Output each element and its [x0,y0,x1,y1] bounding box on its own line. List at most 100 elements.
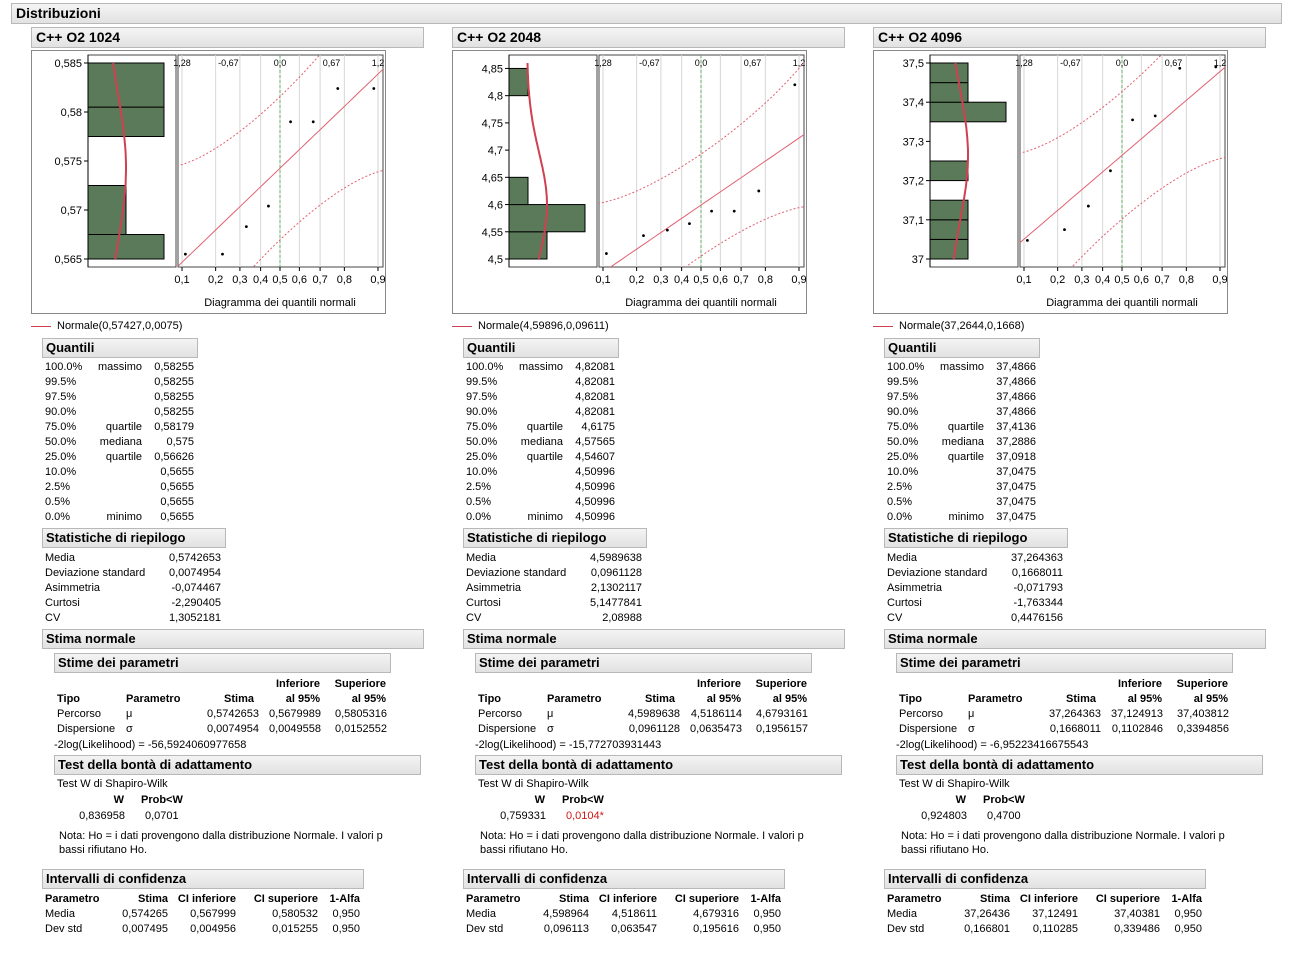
quantile-name: massimo [518,361,563,373]
legend-swatch [452,325,472,327]
gof-header[interactable]: Test della bontà di adattamento [54,755,421,775]
distribution-panel: C++ O2 4096 37,5 37,4 37,3 37,2 37,1 37 0,1 0,2 0… [842,0,1272,970]
legend: Normale(37,2644,0,1668) [873,320,1024,332]
quantile-value: 37,0918 [996,451,1036,463]
qq-top-tick-label: -0,67 [218,58,239,68]
param-est-header[interactable]: Stime dei parametri [475,653,812,673]
pe-col-param: Parametro [547,693,602,705]
histogram-bar [508,176,529,206]
panel-header[interactable]: C++ O2 4096 [873,27,1266,48]
normal-fit-header[interactable]: Stima normale [884,629,1266,649]
quantile-value: 4,82081 [575,391,615,403]
qq-top-tick-label: 1,28 [1015,58,1033,68]
quantiles-header[interactable]: Quantili [463,338,619,358]
qq-point [1131,118,1134,122]
quantile-value: 4,82081 [575,376,615,388]
histogram-bar [929,62,969,84]
summary-header[interactable]: Statistiche di riepilogo [463,528,647,548]
sw-prob-header: Prob<W [983,794,1025,806]
summary-stat-name: Media [887,552,917,564]
pe-type: Dispersione [478,723,537,735]
summary-stat-value: 5,1477841 [590,597,642,609]
pe-type: Dispersione [899,723,958,735]
ci-param: Media [466,908,496,920]
qq-point [1063,228,1066,232]
pe-param: σ [547,723,554,735]
qq-point [665,228,669,232]
gof-header[interactable]: Test della bontà di adattamento [475,755,842,775]
quantiles-header[interactable]: Quantili [42,338,198,358]
gof-header[interactable]: Test della bontà di adattamento [896,755,1263,775]
pe-param: σ [968,723,975,735]
quantile-name: minimo [106,511,142,523]
pe-type: Dispersione [57,723,116,735]
quantiles-header[interactable]: Quantili [884,338,1040,358]
qq-bottom-tick-label: 0,8 [758,274,773,286]
quantile-value: 37,4866 [996,406,1036,418]
qq-point [793,83,797,87]
ci-header[interactable]: Intervalli di confidenza [42,869,364,889]
summary-header[interactable]: Statistiche di riepilogo [884,528,1068,548]
y-tick-label: 4,5 [488,254,503,266]
quantile-name: mediana [99,436,142,448]
pe-param: μ [968,708,975,720]
quantile-value: 4,50996 [575,511,615,523]
quantile-level: 90.0% [887,406,919,418]
qq-top-tick-label: -0,67 [639,58,660,68]
plot-frame: 0,585 0,58 0,575 0,57 0,565 0,1 0,2 0,3 0,4 0,5 0,… [31,50,386,314]
plot-svg: 37,5 37,4 37,3 37,2 37,1 37 0,1 0,2 0,3 0,4 0,5 0,6… [903,54,1228,309]
loglik-label: -2log(Likelihood) = [896,739,990,751]
histogram-bar [87,106,165,137]
qq-bottom-tick-label: 0,4 [1095,274,1110,286]
quantile-value: 4,54607 [575,451,615,463]
y-tick-label: 37 [912,254,924,266]
ci-title: Intervalli di confidenza [467,871,608,886]
ci-param: Dev std [466,923,504,935]
pe-param: σ [126,723,133,735]
qq-top-tick-label: -0,67 [1060,58,1081,68]
quantile-value: 0,5655 [160,496,194,508]
quantile-name: minimo [527,511,563,523]
ci-value: 0,950 [1174,908,1202,920]
quantile-value: 4,57565 [575,436,615,448]
quantile-value: 0,58255 [154,361,194,373]
quantile-value: 0,5655 [160,511,194,523]
param-est-header[interactable]: Stime dei parametri [896,653,1233,673]
qq-point [1086,204,1090,208]
panel-header[interactable]: C++ O2 1024 [31,27,424,48]
ci-value: 0,950 [332,908,360,920]
ci-col-header: 1-Alfa [1171,893,1202,905]
qq-bottom-tick-label: 0,1 [595,274,610,286]
pe-upper: 0,5805316 [335,708,387,720]
quantile-level: 2.5% [466,481,492,493]
ci-value: 37,40381 [1114,908,1160,920]
qq-bottom-tick-label: 0,7 [312,274,327,286]
ci-header[interactable]: Intervalli di confidenza [884,869,1206,889]
pe-estimate: 37,264363 [1049,708,1101,720]
quantile-value: 37,2886 [996,436,1036,448]
pe-col-inf1: Inferiore [696,678,741,690]
ci-col-header: CI superiore [674,893,739,905]
sw-test-name: Test W di Shapiro-Wilk [899,778,1010,790]
pe-upper: 0,0152552 [335,723,387,735]
ci-col-header: Stima [980,893,1010,905]
y-tick-label: 37,3 [903,136,924,148]
summary-stat-name: Media [466,552,496,564]
quantile-level: 99.5% [45,376,77,388]
summary-header[interactable]: Statistiche di riepilogo [42,528,226,548]
panel-title: C++ O2 1024 [36,29,121,45]
quantile-level: 0.5% [887,496,913,508]
param-est-header[interactable]: Stime dei parametri [54,653,391,673]
y-tick-label: 0,57 [61,205,82,217]
quantile-name: mediana [520,436,563,448]
ci-header[interactable]: Intervalli di confidenza [463,869,785,889]
summary-stat-value: -1,763344 [1013,597,1063,609]
ci-value: 0,950 [332,923,360,935]
panel-title: C++ O2 2048 [457,29,542,45]
quantile-level: 97.5% [466,391,498,403]
normal-fit-header[interactable]: Stima normale [42,629,424,649]
normal-fit-header[interactable]: Stima normale [463,629,845,649]
quantile-level: 0.0% [887,511,913,523]
summary-stat-name: CV [466,612,482,624]
panel-header[interactable]: C++ O2 2048 [452,27,845,48]
